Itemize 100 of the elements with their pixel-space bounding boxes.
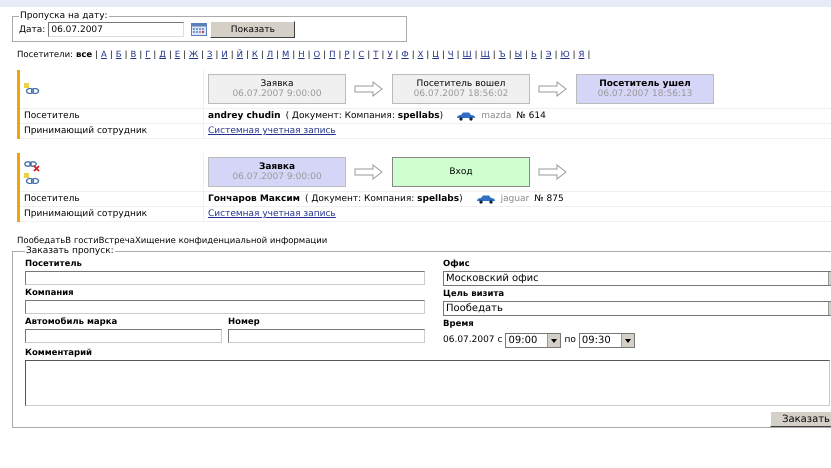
step-title: Заявка [260, 79, 294, 89]
letter-link[interactable]: К [252, 50, 258, 60]
separator: | [260, 50, 264, 60]
letter-link[interactable]: все [76, 50, 92, 60]
letter-link[interactable]: Р [344, 50, 350, 60]
separator: | [139, 50, 142, 60]
letter-link[interactable]: Д [159, 50, 166, 60]
separator: | [572, 50, 576, 60]
order-button[interactable]: Заказать [770, 411, 831, 427]
panel-legend: Заказать пропуск: [25, 246, 115, 256]
separator: | [153, 50, 156, 60]
step-time: 06.07.2007 9:00:00 [232, 172, 322, 182]
number-field[interactable] [228, 329, 425, 343]
letter-link[interactable]: Ж [189, 50, 198, 60]
car-number: № 614 [516, 111, 546, 121]
letter-link[interactable]: Е [174, 50, 180, 60]
letter-link[interactable]: В [130, 50, 136, 60]
separator: | [456, 50, 460, 60]
separator: | [525, 50, 528, 60]
from-time-dropdown[interactable]: 09:00 [505, 333, 562, 348]
from-label: с [498, 334, 502, 344]
letter-link[interactable]: Ф [401, 50, 409, 60]
separator: | [381, 50, 384, 60]
letter-link[interactable]: А [101, 50, 107, 60]
step-title: Посетитель вошел [416, 79, 506, 89]
letter-link[interactable]: Ц [432, 50, 439, 60]
letter-link[interactable]: Ю [560, 50, 570, 60]
letter-link[interactable]: Ш [462, 50, 472, 60]
comment-field[interactable] [25, 360, 830, 406]
step-time: 06.07.2007 18:56:02 [414, 89, 508, 99]
separator: | [124, 50, 128, 60]
separator: | [352, 50, 356, 60]
employee-link[interactable]: Системная учетная запись [208, 209, 336, 219]
letter-link[interactable]: М [282, 50, 290, 60]
car-icon [456, 112, 476, 120]
car-field[interactable] [25, 329, 222, 343]
step-title: Вход [449, 167, 473, 177]
separator: | [168, 50, 172, 60]
separator: | [426, 50, 430, 60]
calendar-icon[interactable] [191, 23, 208, 36]
letter-link[interactable]: С [358, 50, 364, 60]
separator: | [276, 50, 280, 60]
car-icon [476, 194, 496, 204]
field-label: Посетитель [20, 192, 204, 206]
letter-link[interactable]: Г [145, 50, 150, 60]
letter-link[interactable]: О [314, 50, 320, 60]
status-step[interactable]: Вход [392, 157, 530, 187]
panel-legend: Пропуска на дату: [19, 11, 109, 21]
letter-link[interactable]: Щ [480, 50, 490, 60]
separator: | [540, 50, 543, 60]
letter-link[interactable]: Ч [448, 50, 454, 60]
separator: | [183, 50, 186, 60]
separator: | [323, 50, 326, 60]
field-label: Офис [443, 259, 470, 269]
field-label: Время [443, 319, 474, 329]
car-number: № 875 [534, 194, 564, 204]
letter-link[interactable]: И [221, 50, 228, 60]
show-button[interactable]: Показать [210, 21, 296, 38]
letter-link[interactable]: Л [266, 50, 274, 60]
unlink-icon[interactable] [24, 160, 40, 172]
employee-link[interactable]: Системная учетная запись [208, 126, 336, 136]
letter-link[interactable]: Х [418, 50, 424, 60]
separator: | [412, 50, 415, 60]
letter-link[interactable]: Т [373, 50, 378, 60]
separator: | [367, 50, 370, 60]
letter-link[interactable]: Н [298, 50, 305, 60]
letter-link[interactable]: У [387, 50, 392, 60]
link-icon[interactable] [24, 172, 40, 184]
letter-link[interactable]: Ь [530, 50, 537, 60]
letter-link[interactable]: П [329, 50, 336, 60]
separator: | [308, 50, 311, 60]
letter-link[interactable]: Ъ [498, 50, 506, 60]
arrow-icon [538, 164, 568, 180]
arrow-icon [538, 81, 568, 97]
letter-link[interactable]: Б [116, 50, 122, 60]
company-field[interactable] [25, 300, 425, 314]
visitor-field[interactable] [25, 271, 425, 285]
document-info: ( Документ: Компания: spellabs) [286, 111, 444, 121]
field-label: Посетитель [25, 259, 82, 269]
step-time: 06.07.2007 9:00:00 [232, 89, 322, 99]
step-title: Посетитель ушел [599, 79, 691, 89]
field-label: Автомобиль марка [25, 317, 118, 327]
letter-link[interactable]: Я [578, 50, 584, 60]
link-icon[interactable] [24, 83, 40, 95]
visit-date: 06.07.2007 [443, 334, 495, 344]
step-title: Заявка [258, 162, 296, 172]
letter-link[interactable]: З [207, 50, 212, 60]
separator: | [338, 50, 342, 60]
letter-link[interactable]: Э [546, 50, 552, 60]
separator: | [442, 50, 445, 60]
separator: | [110, 50, 113, 60]
car-brand: jaguar [500, 194, 530, 204]
field-label: Принимающий сотрудник [20, 124, 204, 138]
date-field[interactable]: 06.07.2007 [48, 22, 184, 37]
letter-link[interactable]: Й [236, 50, 243, 60]
to-time-dropdown[interactable]: 09:30 [578, 333, 635, 348]
letter-link[interactable]: Ы [514, 50, 522, 60]
separator: | [587, 50, 590, 60]
field-label: Номер [228, 317, 260, 327]
separator: | [95, 50, 98, 60]
